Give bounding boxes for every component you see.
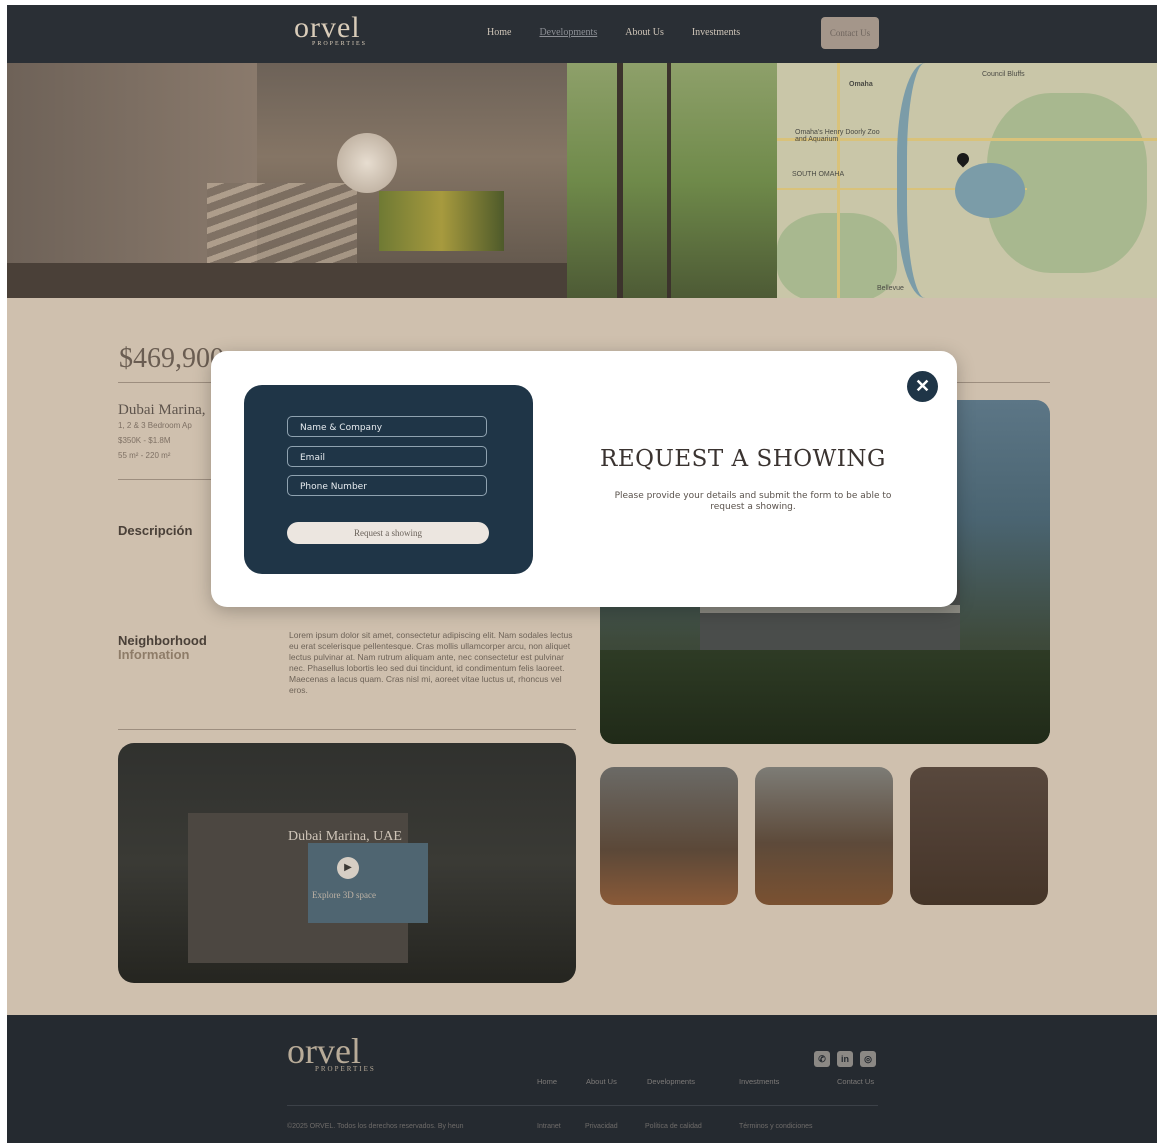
map-label: Omaha's Henry Doorly Zoo and Aquarium [795, 129, 880, 143]
email-field[interactable] [287, 446, 487, 468]
linkedin-icon[interactable]: in [837, 1051, 853, 1067]
copyright: ©2025 ORVEL. Todos los derechos reservad… [287, 1123, 464, 1130]
tour-subtitle: Explore 3D space [312, 890, 376, 900]
modal-title: REQUEST A SHOWING [600, 446, 886, 472]
tour-title: Dubai Marina, UAE [288, 829, 402, 844]
instagram-icon[interactable]: ◎ [860, 1051, 876, 1067]
nav-developments[interactable]: Developments [539, 27, 597, 38]
legal-link-privacidad[interactable]: Privacidad [585, 1123, 618, 1130]
legal-link-calidad[interactable]: Política de calidad [645, 1123, 702, 1130]
logo-sub: PROPERTIES [312, 41, 367, 47]
footer-logo-sub: PROPERTIES [315, 1065, 376, 1073]
description-heading: Descripción [118, 523, 193, 538]
logo[interactable]: orvel PROPERTIES [294, 11, 367, 48]
footer-link-investments[interactable]: Investments [739, 1077, 779, 1086]
hero-lamp [337, 133, 397, 193]
nav-home[interactable]: Home [487, 27, 511, 38]
listing-detail: 1, 2 & 3 Bedroom Ap [118, 421, 192, 430]
virtual-tour-card[interactable]: Dubai Marina, UAE ▶ Explore 3D space [118, 743, 576, 983]
footer-logo-word: orvel [287, 1031, 361, 1071]
footer-logo[interactable]: orvel PROPERTIES [287, 1033, 376, 1073]
legal-link-intranet[interactable]: Intranet [537, 1123, 561, 1130]
main-nav: Home Developments About Us Investments [487, 27, 768, 38]
footer-link-developments[interactable]: Developments [647, 1077, 695, 1086]
site-footer: orvel PROPERTIES ✆ in ◎ Home About Us De… [7, 1015, 1157, 1143]
footer-link-home[interactable]: Home [537, 1077, 557, 1086]
map-label: SOUTH OMAHA [792, 171, 845, 178]
nav-investments[interactable]: Investments [692, 27, 740, 38]
divider [118, 479, 218, 480]
map-label: Bellevue [877, 285, 904, 292]
hero-stairs [207, 183, 357, 273]
phone-input[interactable] [288, 477, 486, 497]
divider [118, 729, 576, 730]
listing-detail: 55 m² - 220 m² [118, 451, 171, 460]
modal-description: Please provide your details and submit t… [614, 491, 892, 512]
gallery-thumbnail[interactable] [755, 767, 893, 905]
tour-glass [308, 843, 428, 923]
site-header: orvel PROPERTIES Home Developments About… [7, 5, 1157, 63]
request-showing-modal: Request a showing REQUEST A SHOWING Plea… [211, 351, 957, 607]
photo-trees [600, 650, 1050, 744]
footer-link-contact-us[interactable]: Contact Us [837, 1077, 874, 1086]
location-map[interactable]: Omaha Council Bluffs Omaha's Henry Doorl… [777, 63, 1157, 298]
neighborhood-heading: Neighborhood [118, 633, 207, 648]
map-label: Omaha [849, 81, 873, 88]
neighborhood-subheading: Information [118, 647, 190, 662]
footer-divider [287, 1105, 878, 1106]
hero-interior-photo [7, 63, 777, 298]
hero-frame [667, 63, 671, 298]
hero-garden [567, 63, 777, 298]
contact-us-button[interactable]: Contact Us [821, 17, 879, 49]
hero-painting [379, 191, 504, 251]
close-icon[interactable]: ✕ [907, 371, 938, 402]
logo-word: orvel [294, 11, 361, 44]
name-company-input[interactable] [288, 418, 486, 438]
map-label: Council Bluffs [982, 71, 1025, 78]
map-road [837, 63, 840, 298]
listing-detail: $350K - $1.8M [118, 436, 171, 445]
listing-title: Dubai Marina, [118, 402, 206, 418]
neighborhood-text: Lorem ipsum dolor sit amet, consectetur … [289, 630, 573, 695]
hero-frame [617, 63, 623, 298]
hero-floor [7, 263, 567, 298]
footer-link-about-us[interactable]: About Us [586, 1077, 617, 1086]
legal-link-terminos[interactable]: Términos y condiciones [739, 1123, 813, 1130]
map-lake [955, 163, 1025, 218]
gallery-thumbnail[interactable] [600, 767, 738, 905]
email-input[interactable] [288, 448, 486, 468]
request-showing-button[interactable]: Request a showing [287, 522, 489, 544]
gallery-thumbnail[interactable] [910, 767, 1048, 905]
nav-about-us[interactable]: About Us [625, 27, 664, 38]
request-form: Request a showing [244, 385, 533, 574]
listing-price: $469,900 [119, 343, 224, 374]
name-company-field[interactable] [287, 416, 487, 438]
whatsapp-icon[interactable]: ✆ [814, 1051, 830, 1067]
play-icon[interactable]: ▶ [337, 857, 359, 879]
phone-field[interactable] [287, 475, 487, 497]
